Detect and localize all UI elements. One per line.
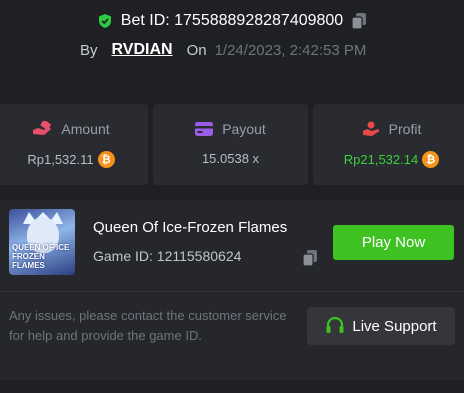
bitcoin-icon: ₿ (97, 151, 115, 168)
copy-icon[interactable] (301, 249, 319, 267)
stat-payout: Payout 15.0538 x (153, 104, 308, 185)
payout-label: Payout (222, 121, 266, 137)
stat-amount: Amount Rp1,532.11 ₿ (0, 104, 148, 185)
bet-stats: Amount Rp1,532.11 ₿ Payout 15.0538 x Pro… (0, 104, 464, 185)
hand-coin-icon (33, 121, 52, 135)
profit-value: Rp21,532.14 (343, 152, 419, 167)
game-title: Queen Of Ice-Frozen Flames (93, 219, 288, 236)
game-thumbnail[interactable]: QUEEN OF ICE FROZEN FLAMES (9, 209, 75, 275)
bet-meta-row: By RVDIAN On 1/24/2023, 2:42:53 PM (80, 41, 366, 59)
game-panel: QUEEN OF ICE FROZEN FLAMES Queen Of Ice-… (0, 200, 464, 380)
amount-value: Rp1,532.11 (27, 152, 94, 167)
copy-icon[interactable] (351, 12, 367, 30)
profit-label: Profit (388, 121, 422, 137)
divider (0, 291, 464, 292)
bet-header: Bet ID: 1755888928287409800 By RVDIAN On… (0, 0, 464, 88)
headset-icon (326, 316, 344, 333)
play-now-button[interactable]: Play Now (333, 225, 454, 260)
on-label: On (186, 41, 207, 59)
bet-datetime: 1/24/2023, 2:42:53 PM (214, 41, 367, 59)
bet-id: Bet ID: 1755888928287409800 (120, 12, 344, 29)
stat-profit: Profit Rp21,532.14 ₿ (313, 104, 464, 185)
username-link[interactable]: RVDIAN (112, 41, 173, 59)
live-support-label: Live Support (352, 317, 437, 335)
amount-label: Amount (61, 121, 110, 137)
hand-coin-icon (362, 121, 380, 136)
live-support-button[interactable]: Live Support (307, 307, 455, 345)
shield-check-icon (98, 14, 111, 28)
card-icon (195, 122, 214, 136)
bet-id-row: Bet ID: 1755888928287409800 (0, 12, 464, 30)
payout-value: 15.0538 x (201, 151, 260, 166)
thumbnail-caption: QUEEN OF ICE FROZEN FLAMES (12, 243, 70, 270)
game-id: Game ID: 12115580624 (93, 248, 242, 264)
bitcoin-icon: ₿ (422, 151, 440, 168)
by-label: By (80, 41, 98, 59)
support-message: Any issues, please contact the customer … (9, 308, 287, 343)
